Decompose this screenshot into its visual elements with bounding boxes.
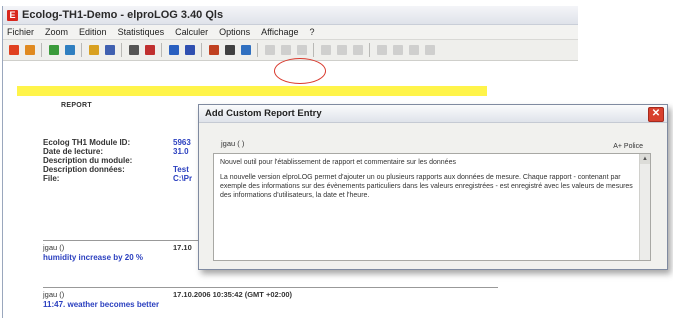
line-chart-icon[interactable] <box>167 44 180 57</box>
field-value: 5963 <box>173 138 191 147</box>
report-entry: jgau () 17.10.2006 10:35:42 (GMT +02:00)… <box>43 287 498 309</box>
report-text-area[interactable]: Nouvel outil pour l'établissement de rap… <box>213 153 651 261</box>
disabled-icon-4[interactable] <box>319 44 332 57</box>
chart-icon-2[interactable] <box>23 44 36 57</box>
print-preview-icon[interactable] <box>143 44 156 57</box>
title-bar[interactable]: E Ecolog-TH1-Demo - elproLOG 3.40 Qls <box>3 6 578 25</box>
disabled-icon-7[interactable] <box>375 44 388 57</box>
app-logo-icon: E <box>7 9 18 21</box>
field-value: 31.0 <box>173 147 189 156</box>
menu-edition[interactable]: Edition <box>79 27 107 37</box>
field-label: Description données: <box>43 165 125 174</box>
menu-calculer[interactable]: Calculer <box>175 27 208 37</box>
report-edit-icon[interactable] <box>239 44 252 57</box>
dialog-title[interactable]: Add Custom Report Entry <box>199 105 667 123</box>
dialog-user: jgau ( ) <box>221 139 245 148</box>
field-row: Description données: Test <box>43 165 192 174</box>
report-fields: Ecolog TH1 Module ID: 5963 Date de lectu… <box>43 138 192 183</box>
report-title: REPORT <box>61 102 92 109</box>
disabled-icon-3[interactable] <box>295 44 308 57</box>
highlight-bar <box>17 86 487 96</box>
menu-help[interactable]: ? <box>310 27 315 37</box>
entry-divider <box>43 287 498 288</box>
entry-date: 17.10 <box>173 243 192 252</box>
field-label: Ecolog TH1 Module ID: <box>43 138 131 147</box>
save-icon[interactable] <box>103 44 116 57</box>
entry-user: jgau () <box>43 243 65 252</box>
field-row: Description du module: <box>43 156 192 165</box>
menu-options[interactable]: Options <box>219 27 250 37</box>
table-icon-2[interactable] <box>63 44 76 57</box>
toolbar-separator <box>369 43 370 57</box>
toolbar-separator <box>161 43 162 57</box>
disabled-icon-2[interactable] <box>279 44 292 57</box>
field-value: C:\Pr <box>173 174 193 183</box>
table-icon-1[interactable] <box>47 44 60 57</box>
report-icon[interactable] <box>207 44 220 57</box>
toolbar-separator <box>81 43 82 57</box>
disabled-icon-1[interactable] <box>263 44 276 57</box>
field-row: File: C:\Pr <box>43 174 192 183</box>
grid-icon[interactable] <box>183 44 196 57</box>
menu-statistiques[interactable]: Statistiques <box>118 27 165 37</box>
add-report-entry-dialog: Add Custom Report Entry ✕ jgau ( ) A+ Po… <box>198 104 668 270</box>
field-row: Date de lecture: 31.0 <box>43 147 192 156</box>
entry-text: 11:47. weather becomes better <box>43 300 160 309</box>
entry-user: jgau () <box>43 290 65 299</box>
menu-fichier[interactable]: Fichier <box>7 27 34 37</box>
disabled-icon-9[interactable] <box>407 44 420 57</box>
disabled-icon-10[interactable] <box>423 44 436 57</box>
scroll-up-icon[interactable]: ▲ <box>640 154 650 164</box>
text-paragraph: Nouvel outil pour l'établissement de rap… <box>220 159 456 166</box>
window-title: Ecolog-TH1-Demo - elproLOG 3.40 Qls <box>22 9 224 21</box>
menu-affichage[interactable]: Affichage <box>261 27 298 37</box>
toolbar-separator <box>121 43 122 57</box>
font-button[interactable]: A+ Police <box>613 143 643 150</box>
report-entry-icon[interactable] <box>223 44 236 57</box>
field-label: Date de lecture: <box>43 147 104 156</box>
annotation-circle <box>274 58 326 84</box>
field-value: Test <box>173 165 189 174</box>
toolbar-separator <box>257 43 258 57</box>
menu-bar: Fichier Zoom Edition Statistiques Calcul… <box>3 25 578 40</box>
entry-date: 17.10.2006 10:35:42 (GMT +02:00) <box>173 290 293 299</box>
scrollbar[interactable]: ▲ <box>639 154 650 260</box>
disabled-icon-8[interactable] <box>391 44 404 57</box>
field-row: Ecolog TH1 Module ID: 5963 <box>43 138 192 147</box>
field-label: Description du module: <box>43 156 133 165</box>
toolbar-separator <box>313 43 314 57</box>
open-folder-icon[interactable] <box>87 44 100 57</box>
toolbar-separator <box>201 43 202 57</box>
disabled-icon-5[interactable] <box>335 44 348 57</box>
close-button[interactable]: ✕ <box>648 107 664 122</box>
text-paragraph: La nouvelle version elproLOG permet d'aj… <box>220 174 633 199</box>
field-label: File: <box>43 174 60 183</box>
print-icon[interactable] <box>127 44 140 57</box>
toolbar-separator <box>41 43 42 57</box>
chart-icon-1[interactable] <box>7 44 20 57</box>
disabled-icon-6[interactable] <box>351 44 364 57</box>
menu-zoom[interactable]: Zoom <box>45 27 68 37</box>
